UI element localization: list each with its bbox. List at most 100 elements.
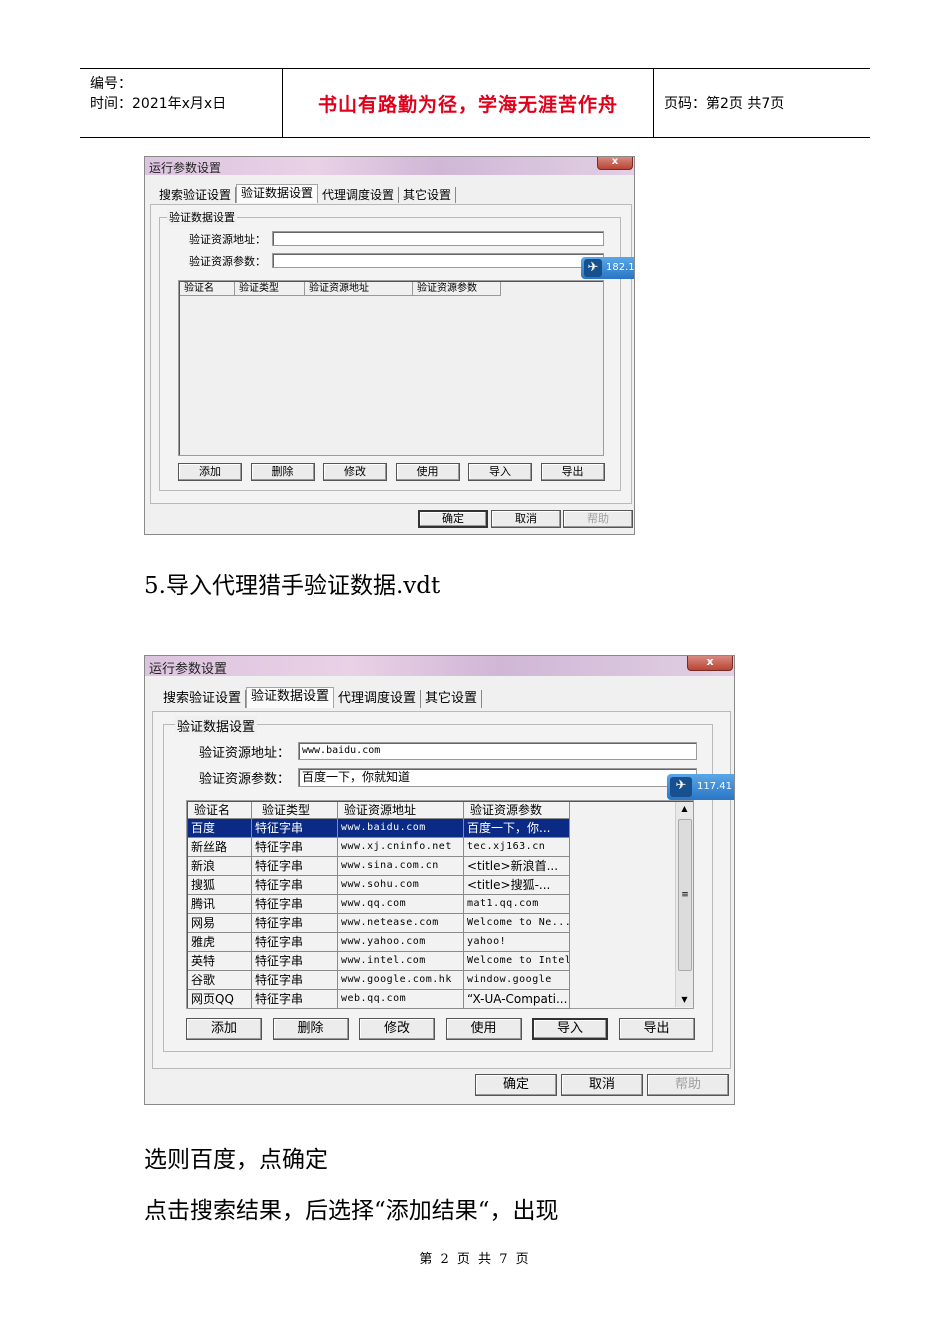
column-header[interactable]: 验证类型 <box>252 802 338 819</box>
verify-list[interactable]: 验证名 验证类型 验证资源地址 验证资源参数 百度 特征字串 www.baidu.c… <box>186 800 694 1009</box>
tab-bar: 搜索验证设置 验证数据设置 代理调度设置 其它设置 <box>155 184 457 203</box>
address-input[interactable] <box>272 231 604 246</box>
cell-address: www.yahoo.com <box>338 933 464 952</box>
group-label: 验证数据设置 <box>175 716 258 735</box>
time-label: 时间：2021年x月x日 <box>90 96 227 112</box>
add-button[interactable]: 添加 <box>178 463 242 481</box>
ok-button[interactable]: 确定 <box>418 510 488 528</box>
cell-name: 新丝路 <box>188 838 252 857</box>
cell-param: 百度一下，你... <box>464 819 570 838</box>
tab-proxy-schedule[interactable]: 代理调度设置 <box>334 690 422 708</box>
cell-param: Welcome to Ne... <box>464 914 570 933</box>
table-row[interactable]: 新浪 特征字串 www.sina.com.cn <title>新浪首... <box>188 857 570 876</box>
cell-type: 特征字串 <box>252 952 338 971</box>
delete-button[interactable]: 删除 <box>250 463 315 481</box>
table-row[interactable]: 搜狐 特征字串 www.sohu.com <title>搜狐-... <box>188 876 570 895</box>
cell-address: www.sina.com.cn <box>338 857 464 876</box>
table-row[interactable]: 网页QQ 特征字串 web.qq.com “X-UA-Compati... <box>188 990 570 1009</box>
cell-type: 特征字串 <box>252 933 338 952</box>
group-label: 验证数据设置 <box>167 209 237 225</box>
export-button[interactable]: 导出 <box>618 1018 695 1040</box>
column-header[interactable]: 验证名 <box>180 282 235 296</box>
dialog-titlebar: 运行参数设置 x <box>145 656 734 677</box>
param-input[interactable] <box>272 253 604 268</box>
settings-dialog-filled: 运行参数设置 x 搜索验证设置 验证数据设置 代理调度设置 其它设置 验证数据设… <box>144 655 735 1105</box>
param-label: 验证资源参数： <box>189 255 266 268</box>
cell-type: 特征字串 <box>252 838 338 857</box>
paragraph-add-result: 点击搜索结果，后选择“添加结果“，出现 <box>144 1198 559 1224</box>
column-header[interactable]: 验证资源参数 <box>413 282 501 296</box>
param-input[interactable]: 百度一下，你就知道 <box>298 768 697 787</box>
export-button[interactable]: 导出 <box>540 463 605 481</box>
tab-other[interactable]: 其它设置 <box>399 187 457 203</box>
tab-search-verify[interactable]: 搜索验证设置 <box>155 187 237 203</box>
bird-icon: ✈ <box>670 777 692 797</box>
number-label: 编号： <box>90 76 132 92</box>
edit-button[interactable]: 修改 <box>323 463 387 481</box>
use-button[interactable]: 使用 <box>445 1018 522 1040</box>
column-header[interactable]: 验证资源地址 <box>305 282 413 296</box>
help-button[interactable]: 帮助 <box>647 1074 729 1096</box>
cell-address: www.baidu.com <box>338 819 464 838</box>
scroll-thumb[interactable]: ≡ <box>678 819 692 971</box>
scroll-down-icon[interactable]: ▼ <box>676 993 693 1007</box>
dialog-title: 运行参数设置 <box>149 161 222 175</box>
cell-param: Welcome to Intel <box>464 952 570 971</box>
close-icon[interactable]: x <box>597 157 633 170</box>
cell-address: www.google.com.hk <box>338 971 464 990</box>
tab-verify-data[interactable]: 验证数据设置 <box>236 184 319 203</box>
scroll-up-icon[interactable]: ▲ <box>676 802 693 816</box>
column-header[interactable]: 验证资源地址 <box>338 802 464 819</box>
table-row[interactable]: 新丝路 特征字串 www.xj.cninfo.net tec.xj163.cn <box>188 838 570 857</box>
import-button[interactable]: 导入 <box>532 1018 608 1040</box>
dialog-title: 运行参数设置 <box>149 662 228 677</box>
delete-button[interactable]: 删除 <box>272 1018 349 1040</box>
cell-address: www.netease.com <box>338 914 464 933</box>
help-button[interactable]: 帮助 <box>563 510 633 528</box>
tab-other[interactable]: 其它设置 <box>421 690 483 708</box>
close-icon[interactable]: x <box>687 656 733 671</box>
cell-address: web.qq.com <box>338 990 464 1009</box>
tab-verify-data[interactable]: 验证数据设置 <box>246 687 335 708</box>
add-button[interactable]: 添加 <box>186 1018 262 1040</box>
table-row[interactable]: 网易 特征字串 www.netease.com Welcome to Ne... <box>188 914 570 933</box>
cell-name: 谷歌 <box>188 971 252 990</box>
header-motto-cell: 书山有路勤为径，学海无涯苦作舟 <box>283 69 654 137</box>
list-header: 验证名 验证类型 验证资源地址 验证资源参数 <box>180 282 501 296</box>
column-header[interactable]: 验证资源参数 <box>464 802 570 819</box>
cell-address: www.xj.cninfo.net <box>338 838 464 857</box>
verify-list[interactable]: 验证名 验证类型 验证资源地址 验证资源参数 <box>178 280 604 456</box>
cell-address: www.qq.com <box>338 895 464 914</box>
cell-param: window.google <box>464 971 570 990</box>
cell-address: www.sohu.com <box>338 876 464 895</box>
cancel-button[interactable]: 取消 <box>491 510 561 528</box>
tab-search-verify[interactable]: 搜索验证设置 <box>159 690 247 708</box>
page-header: 编号： 时间：2021年x月x日 书山有路勤为径，学海无涯苦作舟 页码：第2页 … <box>80 68 870 138</box>
cell-param: mat1.qq.com <box>464 895 570 914</box>
tab-proxy-schedule[interactable]: 代理调度设置 <box>318 187 400 203</box>
cell-type: 特征字串 <box>252 876 338 895</box>
column-header[interactable]: 验证名 <box>188 802 252 819</box>
header-meta-cell: 编号： 时间：2021年x月x日 <box>80 69 283 137</box>
cell-name: 雅虎 <box>188 933 252 952</box>
cell-name: 网页QQ <box>188 990 252 1009</box>
import-button[interactable]: 导入 <box>468 463 532 481</box>
tab-bar: 搜索验证设置 验证数据设置 代理调度设置 其它设置 <box>159 687 483 708</box>
vertical-scrollbar[interactable]: ▲ ≡ ▼ <box>675 802 693 1007</box>
use-button[interactable]: 使用 <box>395 463 460 481</box>
table-row[interactable]: 谷歌 特征字串 www.google.com.hk window.google <box>188 971 570 990</box>
table-row[interactable]: 雅虎 特征字串 www.yahoo.com yahoo! <box>188 933 570 952</box>
cell-type: 特征字串 <box>252 990 338 1009</box>
step-heading: 5.导入代理猎手验证数据.vdt <box>144 573 441 599</box>
column-header[interactable]: 验证类型 <box>235 282 305 296</box>
table-row[interactable]: 百度 特征字串 www.baidu.com 百度一下，你... <box>188 819 570 838</box>
edit-button[interactable]: 修改 <box>359 1018 435 1040</box>
cancel-button[interactable]: 取消 <box>561 1074 643 1096</box>
cell-type: 特征字串 <box>252 914 338 933</box>
ok-button[interactable]: 确定 <box>475 1074 557 1096</box>
table-row[interactable]: 英特 特征字串 www.intel.com Welcome to Intel <box>188 952 570 971</box>
header-page-cell: 页码：第2页 共7页 <box>654 69 870 137</box>
table-row[interactable]: 腾讯 特征字串 www.qq.com mat1.qq.com <box>188 895 570 914</box>
cell-type: 特征字串 <box>252 819 338 838</box>
address-input[interactable]: www.baidu.com <box>298 742 697 760</box>
